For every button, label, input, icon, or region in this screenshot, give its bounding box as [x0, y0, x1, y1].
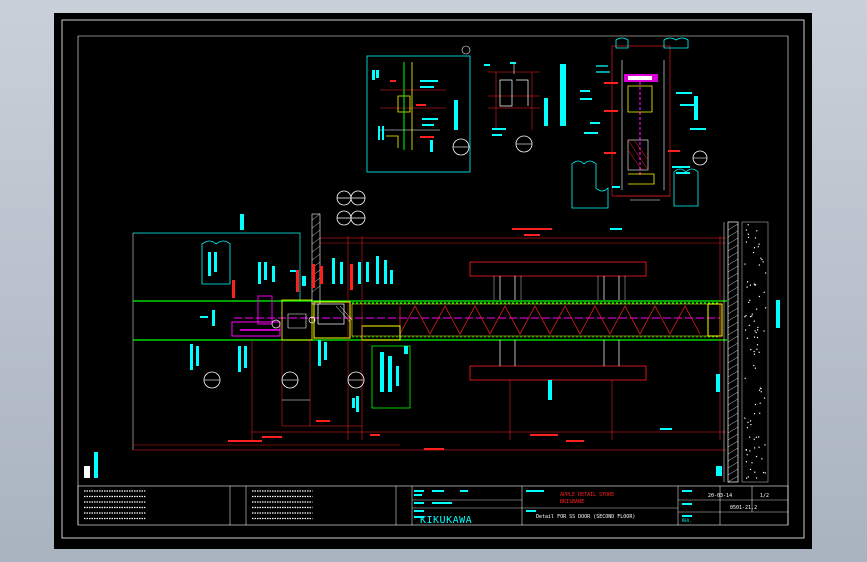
project-line-2: BRISBANE	[560, 499, 584, 505]
company-name: KIKUKAWA	[420, 515, 472, 526]
project-line-1: APPLE RETAIL STORE	[560, 492, 614, 498]
cad-viewport[interactable]: KIKUKAWA APPLE RETAIL STORE BRISBANE Det…	[0, 0, 867, 562]
grid-bubble-group	[336, 190, 366, 226]
section-marker-icon	[461, 45, 471, 55]
drawing-sheet: KIKUKAWA APPLE RETAIL STORE BRISBANE Det…	[54, 13, 812, 549]
outer-border	[61, 19, 805, 539]
drawing-number: 0501-21.2	[730, 505, 757, 511]
rev-label: REV.	[682, 518, 692, 523]
sheet-number: 1/2	[760, 493, 769, 499]
detail-a	[366, 55, 471, 173]
cad-drawing: KIKUKAWA APPLE RETAIL STORE BRISBANE Det…	[61, 19, 805, 539]
drawing-date: 20-03-14	[708, 493, 732, 499]
drawing-title: Detail FOR SS DOOR (SECOND FLOOR)	[536, 514, 635, 520]
main-section	[84, 213, 780, 483]
detail-c	[461, 37, 708, 209]
detail-b	[484, 62, 548, 153]
